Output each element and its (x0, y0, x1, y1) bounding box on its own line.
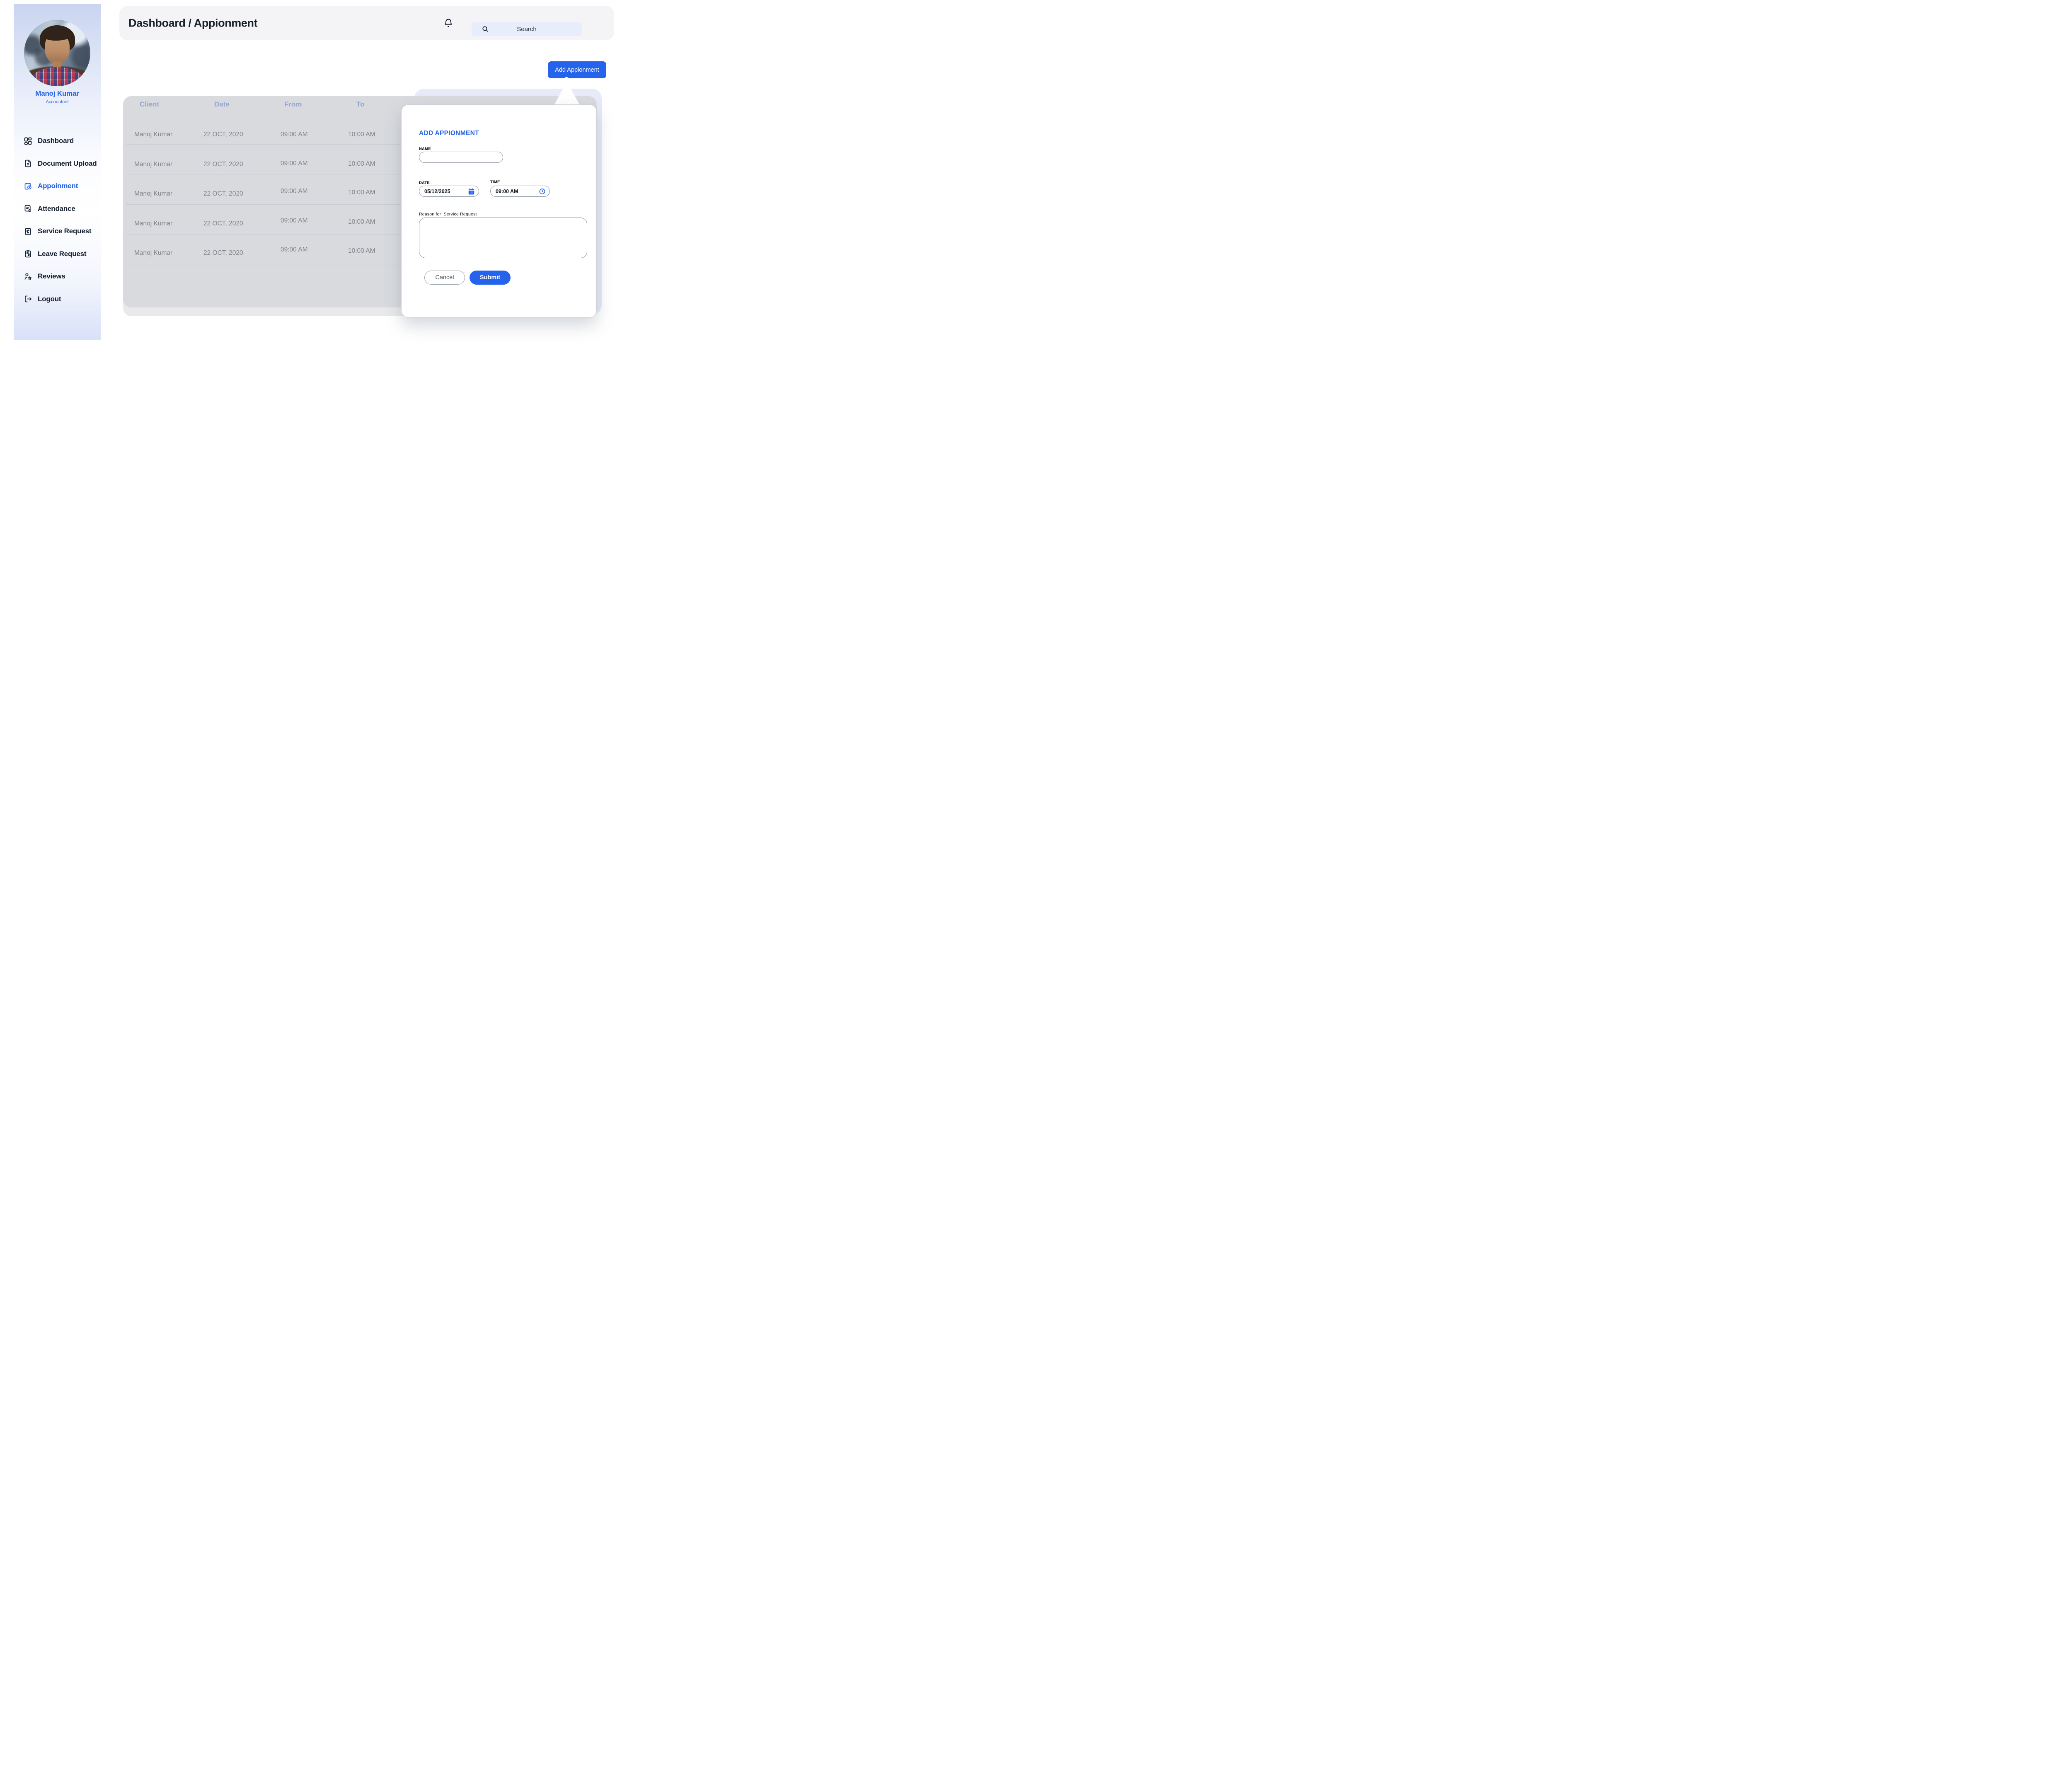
appointment-icon (24, 182, 32, 191)
sidebar-item-document-upload[interactable]: Document Upload (14, 155, 101, 173)
sidebar-item-dashboard[interactable]: Dashboard (14, 132, 101, 150)
cell-to: 10:00 AM (348, 247, 375, 255)
sidebar-item-logout[interactable]: Logout (14, 290, 101, 308)
attendance-icon (24, 204, 32, 213)
cell-from: 09:00 AM (281, 217, 308, 225)
cell-client: Manoj Kumar (134, 190, 172, 198)
column-header-from[interactable]: From (284, 100, 302, 109)
sidebar: Manoj Kumar Accountant Dashboard Documen… (14, 4, 101, 340)
sidebar-item-service-request[interactable]: Service Request (14, 222, 101, 240)
add-appointment-modal: ADD APPIONMENT NAME DATE TIME Reason for… (401, 104, 597, 318)
time-label: TIME (490, 180, 500, 184)
avatar-fringe (43, 31, 71, 40)
cancel-button[interactable]: Cancel (424, 271, 465, 285)
leave-request-icon (24, 249, 32, 258)
topbar: Dashboard / Appionment Search (119, 6, 614, 40)
cell-to: 10:00 AM (348, 218, 375, 226)
name-input[interactable] (419, 152, 503, 163)
reason-textarea[interactable] (419, 218, 587, 258)
modal-title: ADD APPIONMENT (419, 130, 479, 137)
cell-from: 09:00 AM (281, 131, 308, 139)
cell-date: 22 OCT, 2020 (203, 220, 243, 228)
cell-client: Manoj Kumar (134, 249, 172, 257)
time-input[interactable] (496, 186, 532, 196)
sidebar-nav: Dashboard Document Upload Appoinment Att… (14, 132, 101, 312)
document-upload-icon (24, 159, 32, 168)
submit-button[interactable]: Submit (470, 271, 511, 285)
page-title: Dashboard / Appionment (128, 17, 257, 29)
app-root: Manoj Kumar Accountant Dashboard Documen… (0, 0, 638, 340)
date-field (419, 186, 479, 197)
cell-to: 10:00 AM (348, 189, 375, 197)
search-box[interactable]: Search (472, 22, 582, 36)
cell-date: 22 OCT, 2020 (203, 161, 243, 169)
name-label: NAME (419, 147, 431, 151)
profile-role: Accountant (14, 99, 101, 104)
time-field (490, 186, 550, 197)
cell-client: Manoj Kumar (134, 220, 172, 228)
cell-date: 22 OCT, 2020 (203, 131, 243, 139)
cell-client: Manoj Kumar (134, 131, 172, 139)
cell-from: 09:00 AM (281, 246, 308, 254)
cell-from: 09:00 AM (281, 188, 308, 196)
column-header-date[interactable]: Date (214, 100, 230, 109)
date-label: DATE (419, 181, 430, 185)
reason-label: Reason for Service Request (419, 212, 477, 217)
add-appointment-button[interactable]: Add Appionment (548, 61, 606, 78)
cell-date: 22 OCT, 2020 (203, 249, 243, 257)
modal-arrow-tip (564, 77, 569, 82)
cell-to: 10:00 AM (348, 131, 375, 139)
cell-client: Manoj Kumar (134, 161, 172, 169)
sidebar-item-leave-request[interactable]: Leave Request (14, 245, 101, 263)
cell-from: 09:00 AM (281, 160, 308, 168)
service-request-icon (24, 227, 32, 236)
clock-icon[interactable] (539, 188, 546, 195)
cell-to: 10:00 AM (348, 160, 375, 168)
column-header-client[interactable]: Client (140, 100, 159, 109)
search-label: Search (472, 22, 582, 36)
calendar-icon[interactable] (468, 188, 475, 195)
bell-icon[interactable] (443, 18, 453, 29)
column-header-to[interactable]: To (356, 100, 365, 109)
sidebar-item-appoinment[interactable]: Appoinment (14, 177, 101, 195)
profile-name: Manoj Kumar (14, 89, 101, 98)
reviews-icon (24, 272, 32, 281)
logout-icon (24, 295, 32, 303)
dashboard-icon (24, 137, 32, 145)
date-input[interactable] (424, 186, 461, 196)
cell-date: 22 OCT, 2020 (203, 190, 243, 198)
sidebar-item-attendance[interactable]: Attendance (14, 200, 101, 218)
avatar (24, 20, 90, 86)
sidebar-item-reviews[interactable]: Reviews (14, 267, 101, 285)
